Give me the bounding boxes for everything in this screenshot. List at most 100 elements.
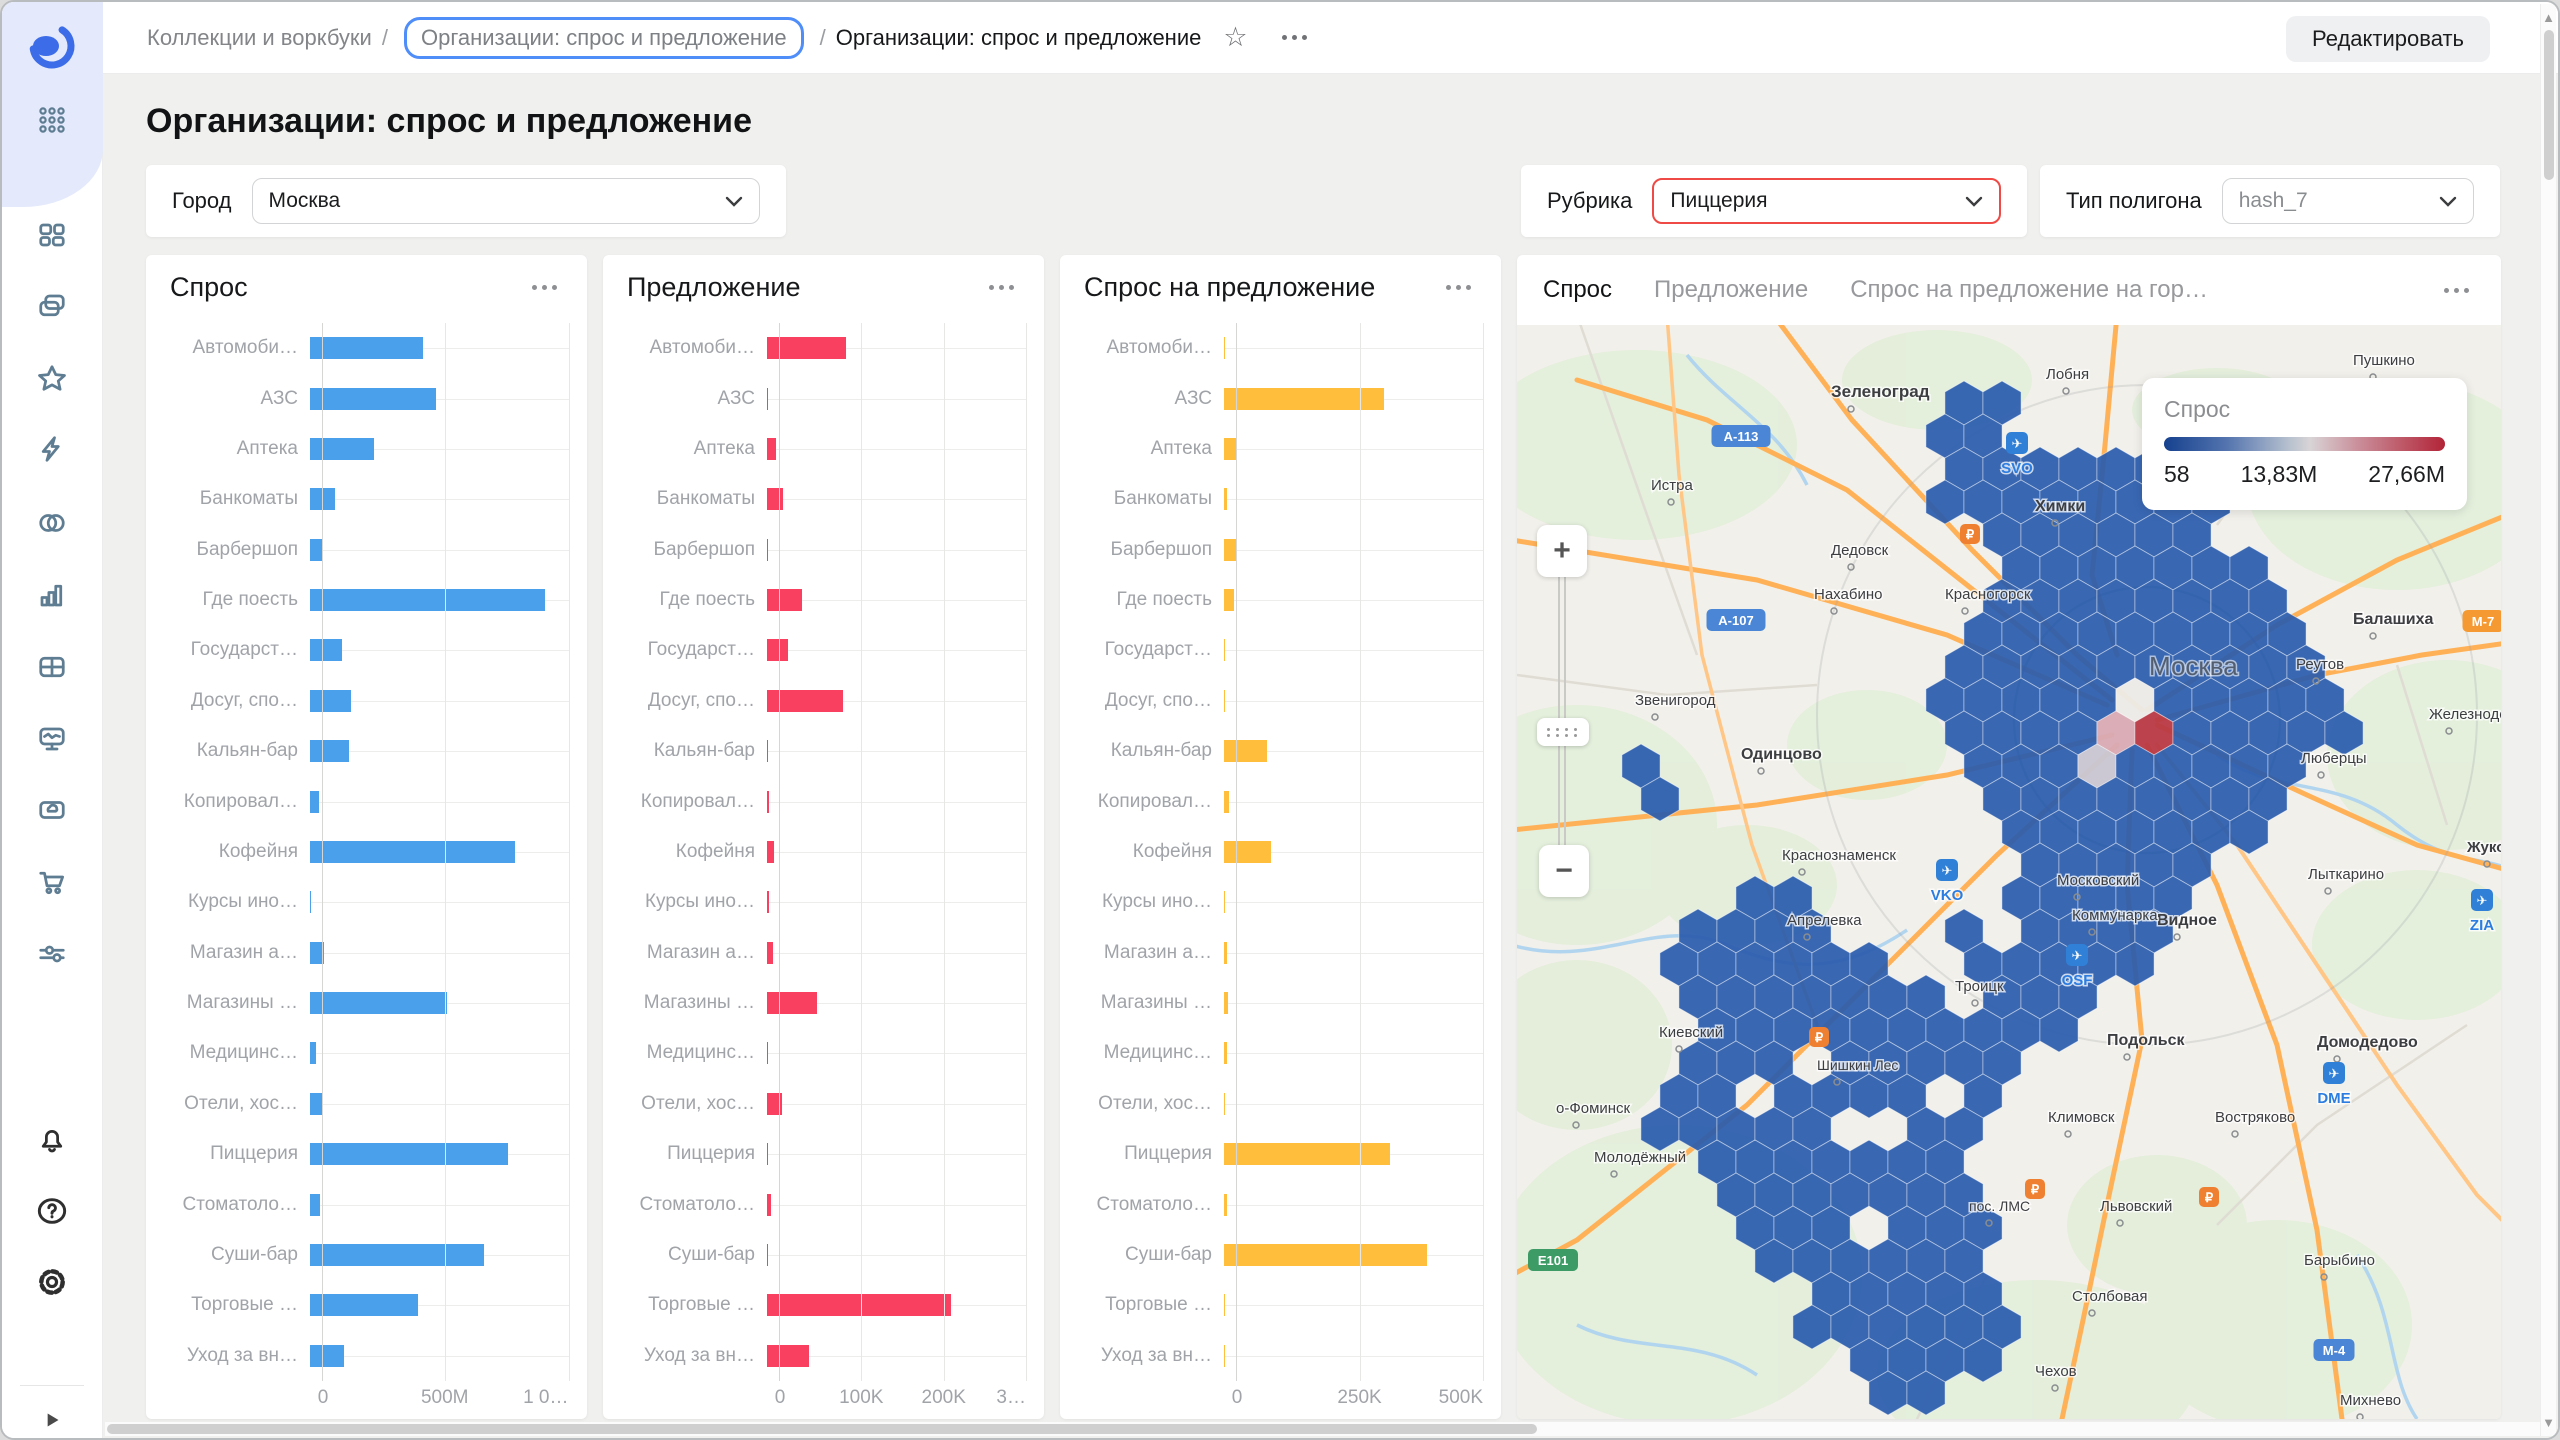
bar[interactable]: [767, 1092, 782, 1115]
more-menu-icon[interactable]: [1281, 35, 1307, 40]
sidebar-item-settings-sliders[interactable]: [30, 932, 74, 976]
bar[interactable]: [1224, 740, 1267, 763]
scroll-down-icon[interactable]: ▼: [2541, 1415, 2556, 1430]
vertical-scroll-thumb[interactable]: [2544, 30, 2554, 180]
chart-menu-icon[interactable]: [983, 279, 1020, 296]
bar[interactable]: [767, 437, 776, 460]
bar[interactable]: [1224, 1193, 1227, 1216]
city-select[interactable]: Москва: [251, 178, 760, 224]
bar[interactable]: [1224, 1143, 1390, 1166]
rubric-select[interactable]: Пиццерия: [1652, 178, 2001, 224]
bar[interactable]: [767, 1294, 951, 1317]
bar[interactable]: [1224, 891, 1225, 914]
breadcrumb-collections[interactable]: Коллекции и воркбуки: [147, 25, 372, 51]
bar[interactable]: [1224, 941, 1227, 964]
bar[interactable]: [767, 1193, 772, 1216]
bar[interactable]: [310, 1143, 508, 1166]
bar[interactable]: [310, 790, 319, 813]
bar[interactable]: [310, 891, 312, 914]
sidebar-item-monitoring[interactable]: [30, 717, 74, 761]
map-tab-demand[interactable]: Спрос: [1543, 276, 1612, 304]
bar[interactable]: [310, 639, 343, 662]
bar[interactable]: [767, 1042, 768, 1065]
sidebar-item-datasets[interactable]: [30, 501, 74, 545]
sidebar-item-cloud-folder[interactable]: [30, 788, 74, 832]
bar[interactable]: [310, 488, 335, 511]
help-icon[interactable]: [30, 1189, 74, 1233]
bar[interactable]: [767, 387, 768, 410]
bar[interactable]: [310, 387, 437, 410]
bar[interactable]: [1224, 1042, 1227, 1065]
chart-menu-icon[interactable]: [1440, 279, 1477, 296]
sidebar-item-charts[interactable]: [30, 573, 74, 617]
bar[interactable]: [1224, 840, 1271, 863]
vertical-scrollbar[interactable]: ▲ ▼: [2540, 4, 2556, 1436]
bar[interactable]: [1224, 538, 1237, 561]
zoom-slider-handle[interactable]: [1537, 718, 1589, 746]
collapse-play-icon[interactable]: [30, 1398, 74, 1438]
bar[interactable]: [1224, 1294, 1226, 1317]
zoom-out-button[interactable]: −: [1539, 845, 1589, 897]
bar[interactable]: [767, 891, 769, 914]
breadcrumb-workbook[interactable]: Организации: спрос и предложение: [403, 16, 804, 59]
bar[interactable]: [767, 992, 818, 1015]
bar[interactable]: [310, 740, 350, 763]
bar[interactable]: [310, 337, 424, 360]
bar[interactable]: [1224, 639, 1225, 662]
bar[interactable]: [767, 689, 843, 712]
bar[interactable]: [310, 538, 323, 561]
bar[interactable]: [1224, 437, 1237, 460]
map-canvas[interactable]: Зеленоград Лобня Пушкино Истра Химки Дедовск Н…: [1517, 325, 2501, 1419]
bar[interactable]: [310, 589, 545, 612]
apps-grid-icon[interactable]: [30, 98, 74, 142]
bar[interactable]: [310, 1344, 344, 1367]
bar[interactable]: [767, 840, 774, 863]
bar[interactable]: [1224, 1092, 1226, 1115]
bar[interactable]: [767, 639, 788, 662]
bar[interactable]: [310, 941, 324, 964]
bar[interactable]: [767, 488, 784, 511]
bar[interactable]: [310, 689, 352, 712]
sidebar-item-quick-actions[interactable]: [30, 427, 74, 471]
settings-gear-icon[interactable]: [30, 1260, 74, 1304]
bar[interactable]: [767, 941, 774, 964]
bar[interactable]: [767, 337, 846, 360]
sidebar-item-marketplace[interactable]: [30, 860, 74, 904]
edit-button[interactable]: Редактировать: [2286, 16, 2490, 62]
map-menu-icon[interactable]: [2438, 282, 2475, 299]
zoom-in-button[interactable]: +: [1537, 525, 1587, 577]
bar[interactable]: [1224, 337, 1226, 360]
bar[interactable]: [1224, 589, 1235, 612]
bar[interactable]: [310, 1092, 322, 1115]
horizontal-scrollbar[interactable]: [105, 1422, 2540, 1436]
chart-menu-icon[interactable]: [526, 279, 563, 296]
map-tab-demand-per-supply[interactable]: Спрос на предложение на гор…: [1850, 276, 2208, 304]
bar[interactable]: [310, 1294, 418, 1317]
bar[interactable]: [767, 740, 768, 763]
bar[interactable]: [1224, 387, 1385, 410]
bar[interactable]: [767, 790, 769, 813]
bar[interactable]: [1224, 488, 1227, 511]
map-tab-supply[interactable]: Предложение: [1654, 276, 1808, 304]
bar[interactable]: [310, 1243, 484, 1266]
bar[interactable]: [767, 589, 802, 612]
scroll-up-icon[interactable]: ▲: [2541, 10, 2556, 25]
sidebar-item-dashboards[interactable]: [30, 213, 74, 257]
bar[interactable]: [310, 992, 448, 1015]
horizontal-scroll-thumb[interactable]: [107, 1424, 1537, 1434]
bar[interactable]: [310, 840, 515, 863]
polygon-type-select[interactable]: hash_7: [2221, 178, 2474, 224]
bar[interactable]: [1224, 689, 1225, 712]
bar[interactable]: [1224, 1243, 1428, 1266]
datalens-logo-icon[interactable]: [26, 20, 78, 72]
favorite-star-icon[interactable]: ☆: [1223, 22, 1247, 53]
bar[interactable]: [767, 538, 768, 561]
zoom-slider-track[interactable]: [1558, 577, 1566, 845]
notifications-bell-icon[interactable]: [30, 1118, 74, 1162]
bar[interactable]: [310, 1042, 317, 1065]
sidebar-item-favorites[interactable]: [30, 356, 74, 400]
bar[interactable]: [310, 437, 374, 460]
sidebar-item-collections[interactable]: [30, 284, 74, 328]
bar[interactable]: [1224, 790, 1229, 813]
bar[interactable]: [767, 1344, 810, 1367]
